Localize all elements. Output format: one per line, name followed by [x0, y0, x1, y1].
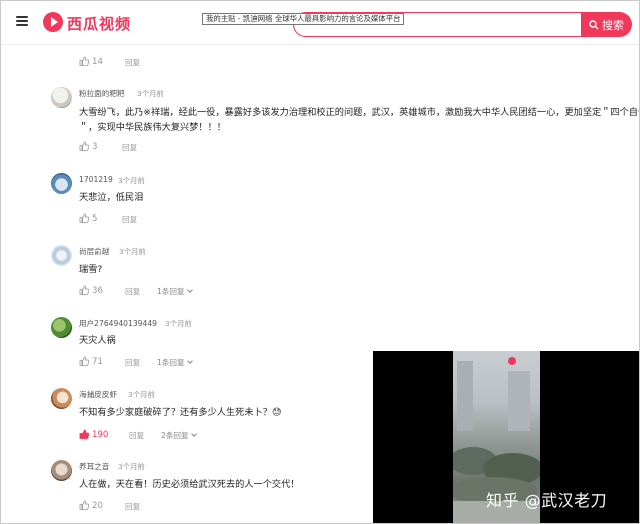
comment-username[interactable]: 用户2764940139449	[79, 318, 157, 329]
reply-button[interactable]: 回复	[125, 501, 140, 512]
like-icon[interactable]	[79, 500, 89, 510]
xigua-watermark-icon	[508, 357, 516, 365]
reply-button[interactable]: 回复	[125, 357, 140, 368]
comment-username[interactable]: 海捕皮皮虾	[79, 389, 117, 400]
comment-text: 瑞雪?	[79, 264, 103, 275]
comment-time: 3个月前	[118, 176, 145, 185]
comment-text: 天悲泣，低民泪	[79, 192, 144, 203]
hamburger-menu-icon[interactable]	[16, 16, 28, 28]
search-button-label: 搜索	[602, 18, 624, 32]
like-count: 190	[92, 430, 109, 440]
like-icon[interactable]	[79, 56, 89, 66]
site-logo-text[interactable]: 西瓜视频	[67, 13, 131, 34]
chevron-down-icon	[186, 287, 193, 293]
comment-time: 3个月前	[128, 390, 155, 399]
comment-time: 3个月前	[137, 89, 164, 98]
xigua-logo-icon[interactable]	[43, 12, 63, 32]
avatar[interactable]	[51, 245, 72, 266]
comment-username[interactable]: 粉拉面的粑粑	[79, 88, 125, 99]
avatar[interactable]	[51, 460, 72, 481]
view-replies-toggle[interactable]: 1条回复	[157, 357, 193, 368]
comment-username[interactable]: 养耳之音	[79, 461, 109, 472]
comment-time: 3个月前	[118, 462, 145, 471]
reply-button[interactable]: 回复	[129, 430, 144, 441]
reply-button[interactable]: 回复	[125, 57, 140, 68]
like-count: 20	[92, 501, 103, 511]
reply-button[interactable]: 回复	[122, 214, 137, 225]
view-replies-label: 1条回复	[157, 287, 185, 296]
top-header: 西瓜视频 搜索 我的主贴 - 凯迪网络 全球华人最具影响力的言论及媒体平台	[1, 1, 639, 45]
like-count: 14	[92, 57, 103, 67]
video-player[interactable]: 知乎 @武汉老刀	[373, 351, 639, 523]
like-icon-active[interactable]	[79, 429, 89, 439]
comment-text: 天灾人祸	[79, 335, 116, 346]
comment-username[interactable]: 尚层俞越	[79, 246, 109, 257]
chevron-down-icon	[186, 358, 193, 364]
comment-text: 不知有多少家庭破碎了？还有多少人生死未卜？😓	[79, 407, 282, 418]
search-button[interactable]: 搜索	[581, 12, 632, 37]
like-icon[interactable]	[79, 213, 89, 223]
video-watermark: 知乎 @武汉老刀	[486, 491, 608, 510]
browser-viewport: 西瓜视频 搜索 我的主贴 - 凯迪网络 全球华人最具影响力的言论及媒体平台 14…	[0, 0, 640, 524]
chevron-down-icon	[190, 431, 197, 437]
like-icon[interactable]	[79, 285, 89, 295]
like-icon[interactable]	[79, 141, 89, 151]
avatar[interactable]	[51, 87, 72, 108]
comment-text: 大雪纷飞，此乃※祥瑞，经此一役，暴露好多该发力治理和校正的问题，武汉，英雄城市，…	[79, 105, 639, 135]
reply-button[interactable]: 回复	[122, 142, 137, 153]
view-replies-label: 2条回复	[161, 431, 189, 440]
avatar[interactable]	[51, 173, 72, 194]
tab-title-tooltip: 我的主贴 - 凯迪网络 全球华人最具影响力的言论及媒体平台	[202, 13, 405, 25]
view-replies-toggle[interactable]: 2条回复	[161, 430, 197, 441]
comment-text: 人在做，天在看！历史必须给武汉死去的人一个交代！	[79, 479, 300, 490]
comment-username[interactable]: 1701219	[79, 175, 113, 184]
comment-line: ＂，实现中华民族伟大复兴梦！！！	[79, 122, 226, 133]
like-count: 5	[92, 214, 98, 224]
view-replies-toggle[interactable]: 1条回复	[157, 286, 193, 297]
like-count: 36	[92, 286, 103, 296]
search-icon	[589, 19, 599, 29]
like-icon[interactable]	[79, 356, 89, 366]
like-count: 71	[92, 357, 103, 367]
comment-line: 大雪纷飞，此乃※祥瑞，经此一役，暴露好多该发力治理和校正的问题，武汉，英雄城市，…	[79, 107, 640, 118]
comment-time: 3个月前	[119, 247, 146, 256]
avatar[interactable]	[51, 388, 72, 409]
like-count: 3	[92, 142, 98, 152]
reply-button[interactable]: 回复	[125, 286, 140, 297]
comment-time: 3个月前	[165, 319, 192, 328]
view-replies-label: 1条回复	[157, 358, 185, 367]
avatar[interactable]	[51, 317, 72, 338]
